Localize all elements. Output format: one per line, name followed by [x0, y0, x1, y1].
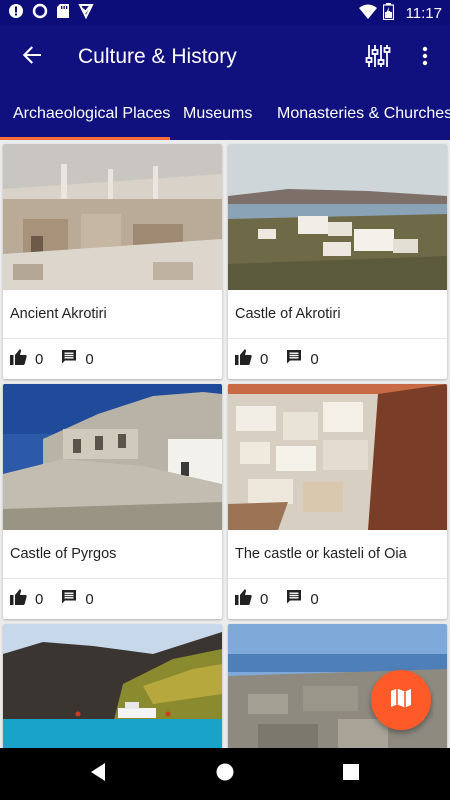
alert-icon	[8, 3, 24, 24]
place-card[interactable]	[3, 624, 222, 748]
nav-home-button[interactable]	[212, 761, 238, 787]
card-stats: 0 0	[3, 339, 222, 379]
like-count: 0	[260, 350, 269, 368]
back-arrow-icon	[21, 44, 43, 71]
map-icon	[390, 687, 412, 714]
place-photo	[3, 624, 222, 748]
tab-monasteries-churches[interactable]: Monasteries & Churches	[277, 88, 450, 140]
thumbs-up-icon	[235, 589, 252, 609]
comment-button[interactable]: 0	[61, 349, 94, 369]
comment-icon	[286, 349, 302, 369]
comment-icon	[61, 589, 77, 609]
place-title: Ancient Akrotiri	[10, 306, 107, 322]
comment-button[interactable]: 0	[61, 589, 94, 609]
comment-icon	[61, 349, 77, 369]
back-button[interactable]	[4, 29, 60, 85]
comment-count: 0	[310, 590, 319, 608]
place-title: The castle or kasteli of Oia	[235, 546, 407, 562]
map-view-button[interactable]	[371, 670, 431, 730]
tab-archaeological-places[interactable]: Archaeological Places	[13, 88, 170, 140]
place-photo	[228, 144, 447, 290]
place-photo	[228, 384, 447, 530]
like-button[interactable]: 0	[10, 589, 43, 609]
comment-icon	[286, 589, 302, 609]
page-title: Culture & History	[78, 45, 237, 68]
place-card[interactable]: Castle of Pyrgos 0 0	[3, 384, 222, 619]
like-count: 0	[260, 590, 269, 608]
app-bar: Culture & History	[0, 26, 450, 88]
filter-sliders-icon	[365, 43, 391, 74]
nav-recents-button[interactable]	[338, 761, 364, 787]
battery-icon	[382, 2, 394, 24]
system-navigation-bar	[0, 748, 450, 800]
like-button[interactable]: 0	[235, 349, 268, 369]
wifi-icon	[358, 4, 377, 23]
more-vert-icon	[422, 46, 428, 71]
place-photo	[3, 144, 222, 290]
category-tabs: Archaeological Places Museums Monasterie…	[0, 88, 450, 140]
comment-count: 0	[85, 590, 94, 608]
place-card[interactable]: The castle or kasteli of Oia 0 0	[228, 384, 447, 619]
nav-home-icon	[215, 762, 235, 787]
comment-count: 0	[85, 350, 94, 368]
places-grid: Ancient Akrotiri 0 0 Castle of Akrotiri …	[0, 140, 450, 748]
status-bar: 11:17	[0, 0, 450, 26]
more-options-button[interactable]	[410, 38, 440, 78]
like-button[interactable]: 0	[10, 349, 43, 369]
comment-button[interactable]: 0	[286, 349, 319, 369]
place-photo	[3, 384, 222, 530]
comment-count: 0	[310, 350, 319, 368]
thumbs-up-icon	[10, 589, 27, 609]
checkmark-download-icon	[78, 3, 94, 24]
card-stats: 0 0	[3, 579, 222, 619]
status-right-icons: 11:17	[358, 2, 442, 24]
place-card[interactable]: Castle of Akrotiri 0 0	[228, 144, 447, 379]
like-button[interactable]: 0	[235, 589, 268, 609]
nav-recents-icon	[342, 763, 360, 786]
thumbs-up-icon	[235, 349, 252, 369]
nav-back-button[interactable]	[86, 761, 112, 787]
place-card[interactable]: Ancient Akrotiri 0 0	[3, 144, 222, 379]
place-title: Castle of Pyrgos	[10, 546, 117, 562]
place-title: Castle of Akrotiri	[235, 306, 341, 322]
tab-museums[interactable]: Museums	[183, 88, 252, 140]
status-time: 11:17	[405, 4, 442, 22]
status-left-icons	[8, 3, 94, 24]
like-count: 0	[35, 350, 44, 368]
nav-back-icon	[89, 762, 109, 787]
card-stats: 0 0	[228, 339, 447, 379]
sd-card-icon	[56, 3, 70, 24]
like-count: 0	[35, 590, 44, 608]
comment-button[interactable]: 0	[286, 589, 319, 609]
circle-icon	[32, 3, 48, 24]
card-stats: 0 0	[228, 579, 447, 619]
thumbs-up-icon	[10, 349, 27, 369]
filter-button[interactable]	[358, 38, 398, 78]
